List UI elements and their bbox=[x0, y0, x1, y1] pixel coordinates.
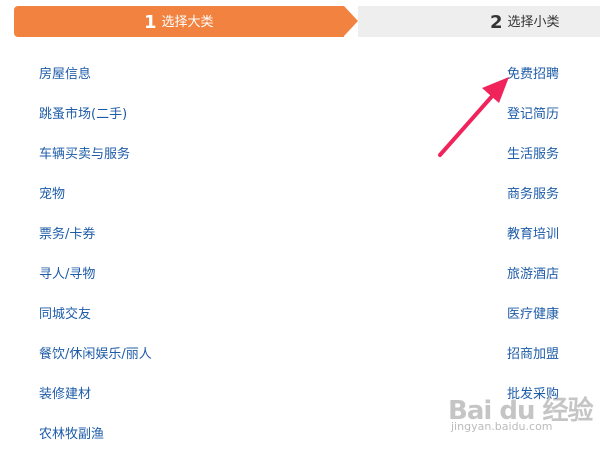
annotation-arrow-icon bbox=[438, 77, 509, 157]
watermark-url: jingyan.baidu.com bbox=[451, 420, 553, 433]
baidu-jingyan-watermark: Bai du 经验 jingyan.baidu.com bbox=[448, 384, 600, 450]
